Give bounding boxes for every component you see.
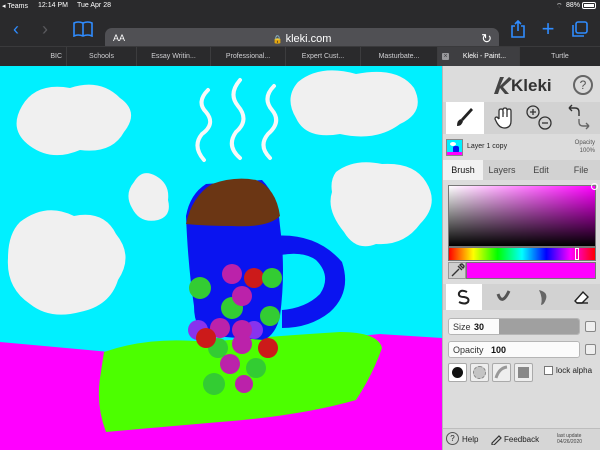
- url-text: 🔒 kleki.com: [105, 33, 499, 45]
- soft-circle-icon[interactable]: [470, 363, 489, 382]
- tab-layers[interactable]: Layers: [483, 160, 521, 180]
- layer-opacity: Opacity 100%: [575, 139, 595, 155]
- kleki-logo-icon: [494, 77, 512, 94]
- help-label: Help: [462, 435, 479, 444]
- last-update: last update 04/26/2020: [557, 433, 582, 445]
- pen-brush-icon[interactable]: [446, 284, 482, 310]
- tab-expert[interactable]: Expert Cust...: [286, 47, 361, 67]
- opacity-label: Opacity: [453, 345, 484, 355]
- tab-bar: BIC Schools Essay Writin... Professional…: [0, 46, 600, 67]
- size-slider[interactable]: Size 30: [448, 318, 580, 335]
- tab-file[interactable]: File: [561, 160, 600, 180]
- wifi-icon: ⌔: [556, 3, 563, 10]
- tab-professional[interactable]: Professional...: [211, 47, 286, 67]
- back-icon[interactable]: ‹: [6, 17, 26, 41]
- hue-slider[interactable]: [448, 247, 596, 261]
- lock-alpha-label: lock alpha: [556, 366, 593, 375]
- hue-slider-handle[interactable]: [575, 248, 579, 260]
- tab-edit[interactable]: Edit: [521, 160, 561, 180]
- status-date: Tue Apr 28: [77, 2, 111, 9]
- feedback-label: Feedback: [504, 435, 540, 444]
- hard-circle-icon[interactable]: [448, 363, 467, 382]
- panel-tabs: Brush Layers Edit File: [443, 160, 600, 180]
- eraser-icon[interactable]: [563, 284, 599, 310]
- size-pen-pressure-icon[interactable]: [585, 321, 596, 332]
- opacity-pen-pressure-icon[interactable]: [585, 344, 596, 355]
- layer-preview-row[interactable]: Layer 1 copy Opacity 100%: [443, 136, 600, 160]
- blend-brush-icon[interactable]: [485, 284, 521, 310]
- share-icon[interactable]: [508, 17, 528, 41]
- layer-thumbnail: [446, 139, 463, 156]
- help-circle-icon: ?: [446, 432, 459, 445]
- tab-masturbate[interactable]: Masturbate...: [361, 47, 438, 67]
- redo-icon[interactable]: [578, 119, 590, 130]
- opacity-value: 100: [491, 345, 507, 355]
- battery-percent: 88%: [566, 2, 581, 9]
- undo-redo: [561, 102, 597, 134]
- tab-bic[interactable]: BIC: [0, 47, 67, 67]
- lock-icon: 🔒: [272, 35, 283, 44]
- reload-icon[interactable]: ↻: [481, 31, 492, 47]
- layer-opacity-value: 100%: [579, 148, 595, 154]
- tab-schools[interactable]: Schools: [67, 47, 137, 67]
- layer-name: Layer 1 copy: [467, 143, 508, 150]
- brush-type-row: [443, 284, 600, 310]
- kleki-panel: Kleki ? Layer 1 copy Opacity 100% Brush …: [442, 66, 600, 450]
- lock-alpha-checkbox[interactable]: [544, 366, 553, 375]
- browser-toolbar: ‹ › AA 🔒 kleki.com ↻ +: [0, 12, 600, 52]
- last-update-date: 04/26/2020: [557, 439, 583, 445]
- panel-footer: ? Help Feedback last update 04/26/2020: [443, 428, 600, 450]
- color-picker-area[interactable]: [448, 183, 598, 247]
- tab-essay[interactable]: Essay Writin...: [137, 47, 211, 67]
- undo-icon[interactable]: [568, 104, 580, 116]
- current-color-swatch[interactable]: [466, 262, 596, 279]
- size-label: Size: [453, 322, 471, 332]
- close-tab-icon[interactable]: ×: [442, 53, 449, 60]
- tool-row: [443, 102, 600, 134]
- painting[interactable]: [0, 66, 442, 450]
- tab-kleki-label: Kleki - Paint...: [462, 53, 507, 60]
- opacity-slider[interactable]: Opacity 100: [448, 341, 580, 358]
- eyedropper-icon[interactable]: [448, 262, 466, 279]
- bookmarks-icon[interactable]: [72, 17, 94, 41]
- tab-brush[interactable]: Brush: [443, 160, 483, 180]
- size-slider-track: [499, 319, 579, 334]
- battery-icon: [582, 2, 596, 9]
- help-icon[interactable]: ?: [573, 75, 593, 95]
- zoom-tools: [525, 102, 553, 134]
- zoom-in-icon[interactable]: [525, 102, 553, 134]
- tab-kleki[interactable]: × Kleki - Paint...: [438, 47, 520, 67]
- back-to-app[interactable]: ◂ Teams: [2, 2, 28, 10]
- feedback-icon: [491, 435, 502, 445]
- layer-opacity-label: Opacity: [574, 140, 595, 146]
- hand-tool-icon[interactable]: [485, 102, 523, 134]
- app-name: Kleki: [511, 76, 552, 95]
- chalk-brush-icon[interactable]: [492, 363, 511, 382]
- sketchy-brush-icon[interactable]: [524, 284, 560, 310]
- tab-turtle[interactable]: Turtle: [520, 47, 600, 67]
- color-picker-handle[interactable]: [591, 183, 598, 190]
- new-tab-icon[interactable]: +: [538, 17, 558, 41]
- tabs-icon[interactable]: [570, 17, 590, 41]
- square-brush-icon[interactable]: [514, 363, 533, 382]
- size-value: 30: [474, 322, 485, 332]
- drawing-canvas[interactable]: [0, 66, 442, 450]
- status-time: 12:14 PM: [38, 2, 68, 9]
- forward-icon[interactable]: ›: [35, 17, 55, 41]
- status-bar: ◂ Teams 12:14 PM Tue Apr 28 ⌔ 88%: [0, 0, 600, 12]
- url-label: kleki.com: [285, 33, 332, 45]
- brush-tool-icon[interactable]: [446, 102, 484, 134]
